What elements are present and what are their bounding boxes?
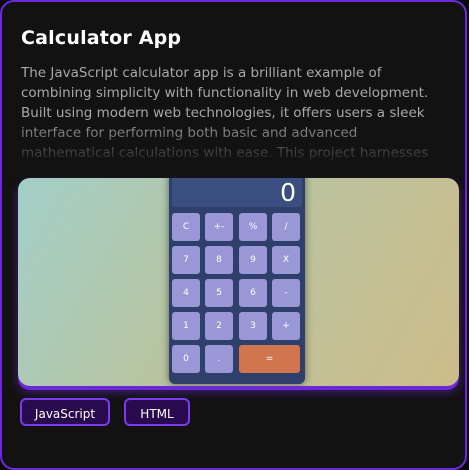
calc-key-add: + bbox=[272, 312, 300, 340]
calc-key-0: 0 bbox=[172, 345, 200, 373]
tag-javascript[interactable]: JavaScript bbox=[20, 398, 110, 426]
calc-key-4: 4 bbox=[172, 279, 200, 307]
calc-key-divide: / bbox=[272, 213, 300, 241]
calc-key-2: 2 bbox=[205, 312, 233, 340]
calc-key-clear: C bbox=[172, 213, 200, 241]
calculator-display: 0 bbox=[172, 178, 302, 207]
project-title: Calculator App bbox=[21, 27, 182, 49]
calc-key-7: 7 bbox=[172, 246, 200, 274]
calc-key-percent: % bbox=[239, 213, 267, 241]
calc-key-multiply: X bbox=[272, 246, 300, 274]
calc-key-sign: +- bbox=[205, 213, 233, 241]
calculator-mockup: 0 C +- % / 7 8 9 X 4 5 6 - 1 2 3 + 0 . = bbox=[169, 178, 305, 384]
calc-key-1: 1 bbox=[172, 312, 200, 340]
tag-html[interactable]: HTML bbox=[124, 398, 190, 426]
calc-key-9: 9 bbox=[239, 246, 267, 274]
calc-key-subtract: - bbox=[272, 279, 300, 307]
calc-key-equals: = bbox=[239, 345, 300, 373]
calc-key-decimal: . bbox=[205, 345, 233, 373]
project-description-container: The JavaScript calculator app is a brill… bbox=[21, 63, 451, 163]
project-card[interactable]: Calculator App The JavaScript calculator… bbox=[0, 0, 467, 470]
project-preview-image[interactable]: 0 C +- % / 7 8 9 X 4 5 6 - 1 2 3 + 0 . = bbox=[18, 178, 459, 386]
calc-key-5: 5 bbox=[205, 279, 233, 307]
calc-key-8: 8 bbox=[205, 246, 233, 274]
calc-key-6: 6 bbox=[239, 279, 267, 307]
calc-key-3: 3 bbox=[239, 312, 267, 340]
description-fade-overlay bbox=[21, 119, 451, 163]
